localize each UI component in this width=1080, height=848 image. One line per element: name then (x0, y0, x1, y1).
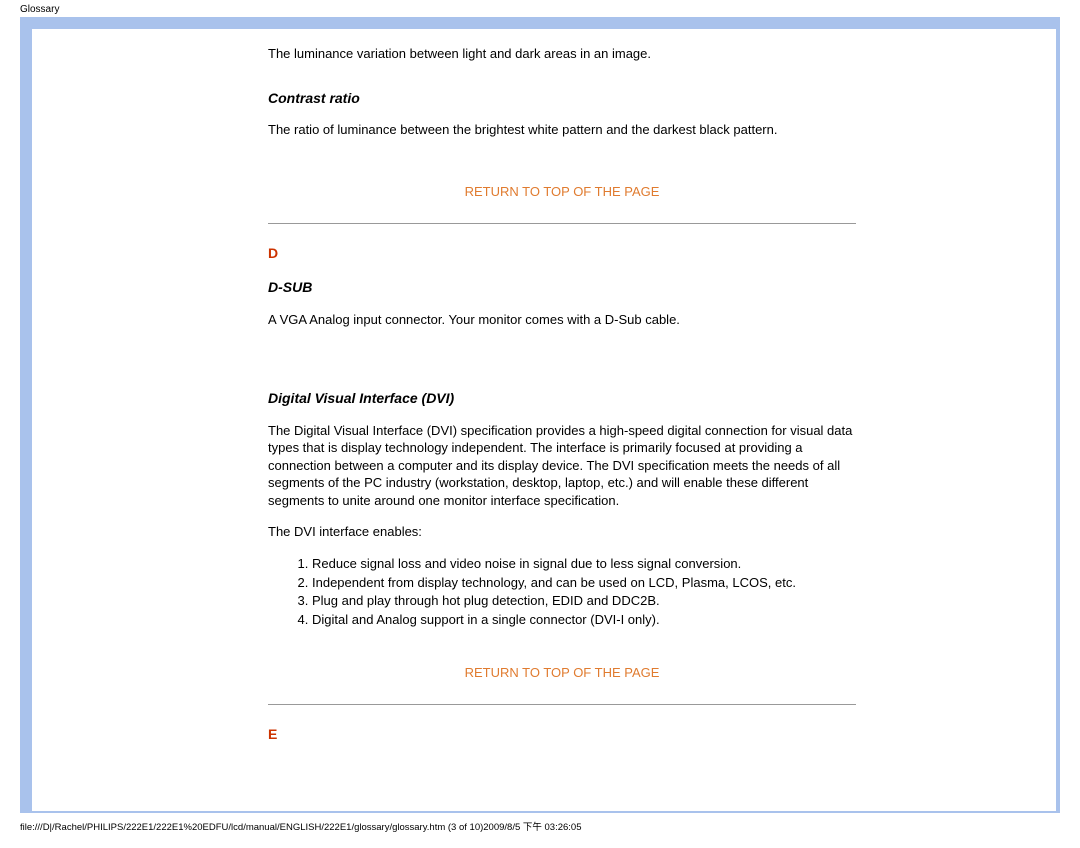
content-frame: The luminance variation between light an… (20, 17, 1060, 813)
dvi-body: The Digital Visual Interface (DVI) speci… (268, 422, 856, 510)
section-divider (268, 704, 856, 705)
section-divider (268, 223, 856, 224)
list-item: Digital and Analog support in a single c… (312, 611, 856, 629)
list-item: Plug and play through hot plug detection… (312, 592, 856, 610)
return-to-top-link[interactable]: RETURN TO TOP OF THE PAGE (268, 664, 856, 682)
dsub-heading: D-SUB (268, 278, 856, 297)
intro-paragraph: The luminance variation between light an… (268, 45, 856, 63)
list-item: Independent from display technology, and… (312, 574, 856, 592)
letter-d-heading: D (268, 244, 856, 263)
glossary-content: The luminance variation between light an… (32, 29, 1056, 770)
list-item: Reduce signal loss and video noise in si… (312, 555, 856, 573)
dvi-heading: Digital Visual Interface (DVI) (268, 389, 856, 408)
dsub-body: A VGA Analog input connector. Your monit… (268, 311, 856, 329)
return-to-top-link[interactable]: RETURN TO TOP OF THE PAGE (268, 183, 856, 201)
dvi-features-list: Reduce signal loss and video noise in si… (268, 555, 856, 628)
letter-e-heading: E (268, 725, 856, 744)
contrast-ratio-body: The ratio of luminance between the brigh… (268, 121, 856, 139)
footer-file-path: file:///D|/Rachel/PHILIPS/222E1/222E1%20… (0, 813, 1080, 833)
contrast-ratio-heading: Contrast ratio (268, 89, 856, 108)
page-header-title: Glossary (0, 0, 1080, 17)
dvi-enables-intro: The DVI interface enables: (268, 523, 856, 541)
